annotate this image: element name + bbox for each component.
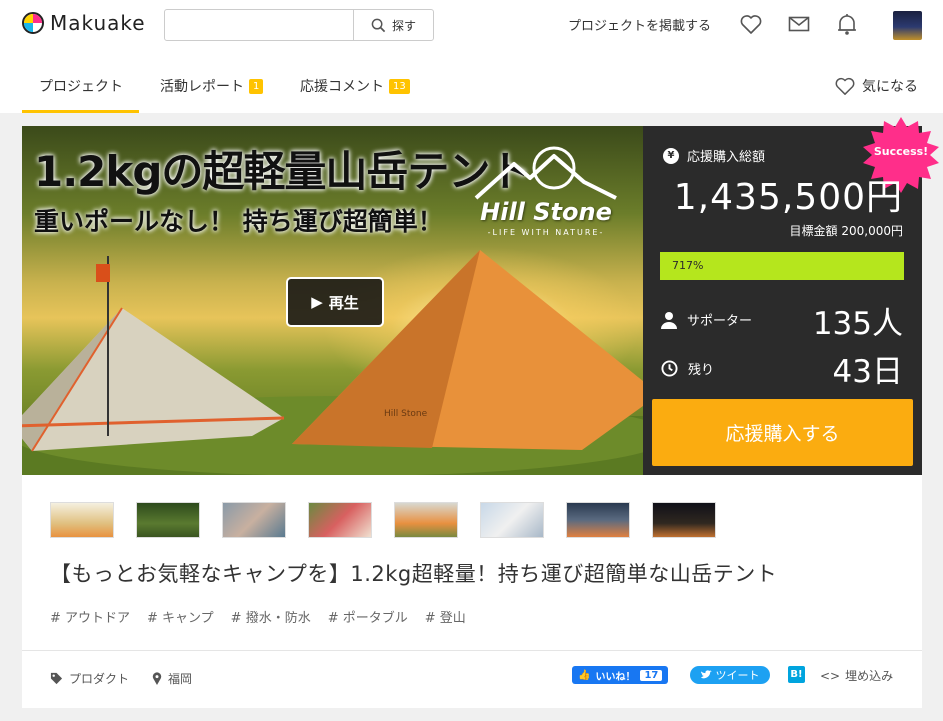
hero-subtitle: 重いポールなし！ 持ち運び超簡単！ — [34, 207, 443, 236]
embed-label: 埋め込み — [845, 669, 894, 683]
thumbnail[interactable] — [394, 502, 458, 538]
tab-label: プロジェクト — [39, 79, 123, 95]
brand-name: Hill Stone — [480, 198, 612, 226]
count-badge: 13 — [389, 78, 410, 94]
hero-video[interactable]: Hill Stone 1.2kgの超軽量山岳テント 重いポールなし！ 持ち運び超… — [22, 126, 643, 475]
project-title: 【もっとお気軽なキャンプを】1.2kg超軽量！持ち運び超簡単な山岳テント — [50, 562, 778, 586]
mail-icon[interactable] — [787, 12, 811, 36]
tent-brand-text: Hill Stone — [384, 409, 428, 419]
tag[interactable]: # キャンプ — [147, 607, 214, 626]
heart-icon — [835, 77, 855, 95]
thumbnail[interactable] — [50, 502, 114, 538]
project-card: Hill Stone 1.2kgの超軽量山岳テント 重いポールなし！ 持ち運び超… — [22, 117, 939, 708]
clock-icon — [661, 360, 678, 377]
progress-bar: 717% — [660, 252, 904, 280]
post-project-link[interactable]: プロジェクトを掲載する — [568, 15, 711, 34]
category-link[interactable]: プロダクト — [50, 670, 129, 687]
tab-bar: プロジェクト 活動レポート 1 応援コメント 13 気になる — [0, 50, 943, 113]
count-badge: 1 — [249, 78, 264, 94]
support-purchase-button[interactable]: 応援購入する — [652, 399, 913, 466]
tab-project[interactable]: プロジェクト — [39, 76, 123, 96]
heart-icon[interactable] — [739, 12, 763, 36]
facebook-like-count: 17 — [640, 669, 663, 681]
search-icon — [371, 18, 386, 32]
map-pin-icon — [152, 672, 162, 685]
thumbnail[interactable] — [222, 502, 286, 538]
tag[interactable]: # 登山 — [425, 607, 466, 626]
avatar[interactable] — [893, 11, 922, 40]
total-label: 応援購入総額 — [687, 150, 766, 165]
thumbs-up-icon: 👍 — [578, 669, 591, 681]
hero-title: 1.2kgの超軽量山岳テント — [34, 147, 531, 196]
goal-amount: 目標金額 200,000円 — [789, 224, 903, 238]
tag[interactable]: # 撥水・防水 — [231, 607, 311, 626]
person-icon — [661, 311, 677, 329]
supporters-row: サポーター — [661, 310, 752, 329]
tweet-button[interactable]: ツイート — [690, 666, 770, 684]
funding-panel: Success! ¥ 応援購入総額 1,435,500円 目標金額 200,00… — [643, 117, 939, 475]
tag-list: # アウトドア # キャンプ # 撥水・防水 # ポータブル # 登山 — [50, 607, 466, 626]
facebook-like-button[interactable]: 👍 いいね！ 17 — [572, 666, 669, 684]
thumbnail[interactable] — [308, 502, 372, 538]
tag[interactable]: # ポータブル — [328, 607, 408, 626]
progress-percent: 717% — [672, 259, 704, 272]
category-label: プロダクト — [69, 672, 130, 686]
divider — [22, 650, 922, 651]
location-label: 福岡 — [168, 672, 193, 686]
favorite-button[interactable]: 気になる — [834, 76, 918, 96]
hatena-bookmark-button[interactable]: B! — [788, 666, 805, 683]
search-input[interactable] — [165, 10, 353, 40]
total-label-row: ¥ 応援購入総額 — [663, 146, 765, 165]
tag-icon — [50, 672, 63, 685]
remaining-value: 43日 — [832, 354, 903, 390]
tab-activity-report[interactable]: 活動レポート 1 — [160, 76, 264, 96]
makuake-logo[interactable]: Makuake — [22, 11, 146, 35]
search-button-label: 探す — [391, 18, 416, 33]
favorite-label: 気になる — [862, 79, 918, 95]
tab-label: 応援コメント — [300, 79, 384, 95]
logo-text: Makuake — [50, 11, 146, 35]
thumbnail[interactable] — [566, 502, 630, 538]
supporters-label: サポーター — [687, 314, 753, 329]
logo-mark-icon — [22, 12, 44, 34]
location-link[interactable]: 福岡 — [152, 670, 192, 687]
search-button[interactable]: 探す — [353, 10, 433, 40]
play-button[interactable]: ▶ 再生 — [286, 277, 384, 327]
remaining-row: 残り — [661, 359, 714, 378]
success-label: Success! — [873, 145, 929, 158]
thumbnail[interactable] — [136, 502, 200, 538]
facebook-like-label: いいね！ — [595, 671, 636, 683]
tab-support-comments[interactable]: 応援コメント 13 — [300, 76, 410, 96]
active-tab-indicator — [22, 110, 139, 113]
tag[interactable]: # アウトドア — [50, 607, 130, 626]
remaining-label: 残り — [688, 363, 715, 378]
embed-button[interactable]: <> 埋め込み — [820, 667, 893, 684]
thumbnail[interactable] — [480, 502, 544, 538]
top-header: Makuake 探す プロジェクトを掲載する — [0, 0, 943, 50]
play-label: 再生 — [328, 293, 359, 312]
thumbnail[interactable] — [652, 502, 716, 538]
mountain-logo-icon — [474, 146, 617, 200]
total-amount: 1,435,500円 — [673, 177, 903, 218]
tweet-label: ツイート — [715, 669, 760, 682]
yen-icon: ¥ — [663, 147, 679, 164]
supporters-value: 135人 — [812, 306, 903, 342]
code-icon: <> — [820, 668, 841, 683]
tab-label: 活動レポート — [160, 79, 244, 95]
search-box: 探す — [164, 9, 434, 41]
brand-logo: Hill Stone -LIFE WITH NATURE- — [466, 142, 626, 242]
thumbnail-strip — [50, 502, 716, 538]
brand-tagline: -LIFE WITH NATURE- — [487, 228, 605, 237]
bell-icon[interactable] — [836, 12, 858, 36]
play-icon: ▶ — [311, 293, 323, 311]
twitter-bird-icon — [700, 670, 712, 679]
